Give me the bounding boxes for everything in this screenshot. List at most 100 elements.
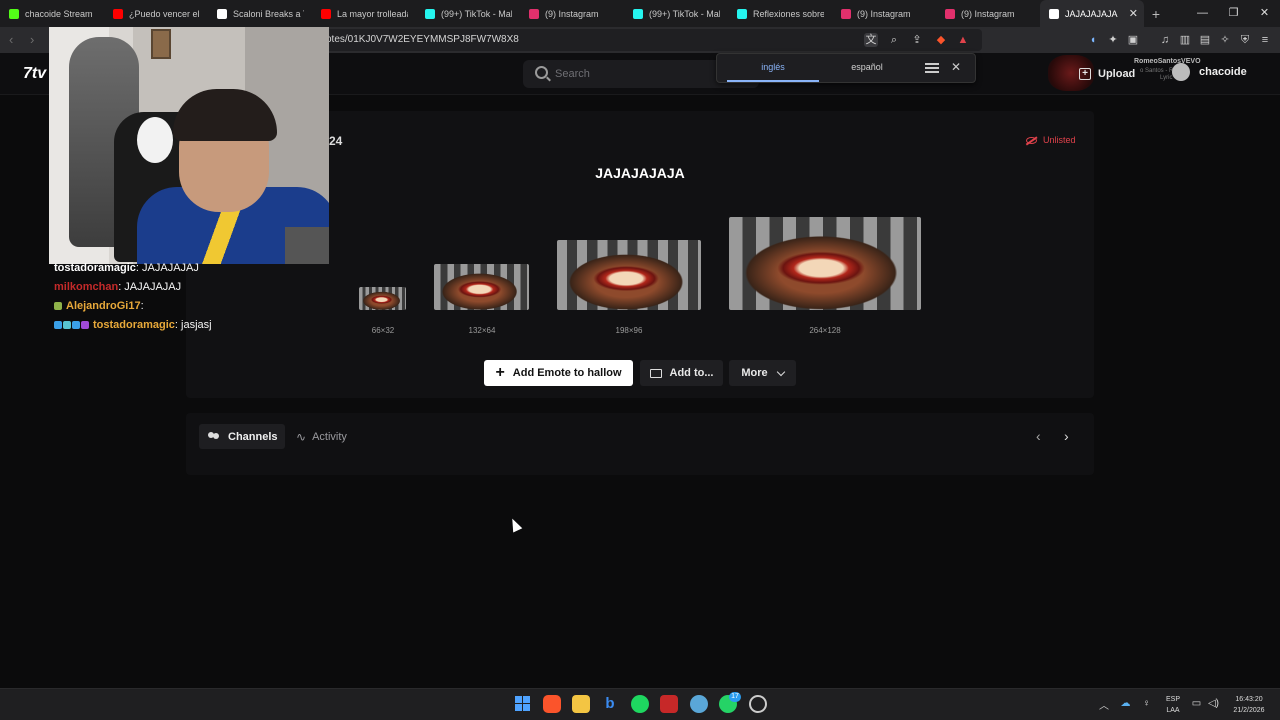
prev-page-button[interactable]: ‹ <box>1036 428 1041 444</box>
system-clock[interactable]: 16:43:20 21/2/2026 <box>1228 694 1270 716</box>
activity-icon: ∿ <box>296 429 307 444</box>
extensions-icon[interactable]: ✦ <box>1106 33 1120 47</box>
translate-target-tab[interactable]: español <box>821 54 913 82</box>
eye-off-icon <box>1026 136 1037 144</box>
brave-shields-icon[interactable]: ◆ <box>934 33 948 47</box>
minimize-button[interactable]: — <box>1187 0 1218 27</box>
browser-tab[interactable]: Scaloni Breaks a Th <box>208 0 312 27</box>
browser-tab[interactable]: (99+) TikTok - Make <box>416 0 520 27</box>
vpn-icon[interactable]: ⛨ <box>1238 33 1252 47</box>
brave-browser-icon[interactable] <box>543 695 561 713</box>
size-label-2x: 132×64 <box>468 326 496 335</box>
sound-icon[interactable]: ◖ <box>1086 33 1100 47</box>
back-button[interactable]: ‹ <box>9 32 13 47</box>
chat-message: milkomchan: JAJAJAJAJ <box>54 277 314 296</box>
media-icon[interactable]: ♫ <box>1158 33 1172 47</box>
plus-icon: + <box>495 364 505 381</box>
translate-close-icon[interactable]: ✕ <box>951 60 961 74</box>
tab-favicon-icon <box>1049 8 1059 19</box>
tab-favicon-icon <box>217 8 227 19</box>
bing-icon[interactable]: b <box>601 695 619 713</box>
browser-tab[interactable]: (9) Instagram <box>936 0 1040 27</box>
emote-preview-3x[interactable] <box>557 240 701 310</box>
chat-username: milkomchan <box>54 280 119 293</box>
folder-icon <box>649 368 662 378</box>
add-emote-label: Add Emote to hallow <box>512 367 622 379</box>
more-label: More <box>741 367 768 379</box>
new-tab-button[interactable]: + <box>1144 6 1168 22</box>
tab-favicon-icon <box>633 8 643 19</box>
next-page-button[interactable]: › <box>1064 428 1069 444</box>
chat-badge-icon <box>54 301 62 310</box>
tab-favicon-icon <box>321 8 331 19</box>
tab-label: Reflexiones sobre la <box>753 8 824 19</box>
chat-message: AlejandroGi17: <box>54 296 314 315</box>
translate-icon[interactable]: 文 <box>864 33 878 47</box>
site-logo[interactable]: 7tv <box>23 65 46 83</box>
user-menu[interactable]: chacoide <box>1172 63 1247 81</box>
browser-menu-icon[interactable]: ≡ <box>1258 33 1272 47</box>
tab-label: (99+) TikTok - Make <box>649 8 720 19</box>
close-window-button[interactable]: ✕ <box>1249 0 1280 27</box>
emote-preview-4x[interactable] <box>729 217 921 310</box>
news-app-icon[interactable] <box>660 695 678 713</box>
tab-channels-label: Channels <box>228 430 278 443</box>
display-icon[interactable]: ▭ <box>1190 697 1203 710</box>
address-bar[interactable]: otes/01KJ0V7W2EYEYMMSPJ8FW7W8X8 <box>310 29 982 51</box>
translate-options-icon[interactable] <box>925 61 939 75</box>
globe-icon[interactable] <box>690 695 708 713</box>
chat-username: AlejandroGi17 <box>66 299 141 312</box>
screenshot-icon[interactable]: ▣ <box>1126 33 1140 47</box>
emote-preview-1x[interactable] <box>359 287 406 310</box>
browser-tab[interactable]: chacoide Stream <box>0 0 104 27</box>
translate-source-tab[interactable]: inglés <box>727 54 819 82</box>
avatar <box>1172 63 1190 81</box>
browser-tab[interactable]: ¿Puedo vencer el m <box>104 0 208 27</box>
browser-tab[interactable]: (99+) TikTok - Make <box>624 0 728 27</box>
emote-preview-2x[interactable] <box>434 264 529 310</box>
plus-icon: + <box>1079 68 1091 80</box>
chat-badge-icon <box>81 320 89 329</box>
chat-text: : JAJAJAJAJ <box>118 280 182 293</box>
webcam-overlay <box>49 27 329 264</box>
maximize-button[interactable]: ❐ <box>1218 0 1249 27</box>
more-button[interactable]: More <box>729 360 796 386</box>
tab-label: (9) Instagram <box>961 8 1015 19</box>
tray-chevron-icon[interactable]: ︿ <box>1099 697 1109 712</box>
spotify-icon[interactable] <box>631 695 649 713</box>
settings-icon[interactable] <box>749 695 767 713</box>
chat-message: tostadoramagic: JAJAJAJAJ <box>54 258 314 277</box>
chat-badge-icon <box>63 320 71 329</box>
browser-tab[interactable]: JAJAJAJAJA ✕ <box>1040 0 1144 27</box>
add-to-button[interactable]: Add to... <box>640 360 723 386</box>
leo-ai-icon[interactable]: ✧ <box>1218 33 1232 47</box>
url-text: otes/01KJ0V7W2EYEYMMSPJ8FW7W8X8 <box>326 34 519 45</box>
browser-tab[interactable]: La mayor trolleada <box>312 0 416 27</box>
windows-start-icon[interactable] <box>514 695 532 713</box>
volume-icon[interactable]: ◁) <box>1207 697 1220 710</box>
brave-rewards-icon[interactable]: ▲ <box>956 33 970 47</box>
tab-activity[interactable]: ∿ Activity <box>296 424 347 449</box>
file-explorer-icon[interactable] <box>572 695 590 713</box>
cloud-icon[interactable]: ☁ <box>1119 697 1132 710</box>
share-icon[interactable]: ⇪ <box>910 33 924 47</box>
tab-close-icon[interactable]: ✕ <box>1129 7 1138 20</box>
input-language[interactable]: ESP LAA <box>1165 694 1181 716</box>
sidebar-icon[interactable]: ▥ <box>1178 33 1192 47</box>
browser-tab[interactable]: Reflexiones sobre la <box>728 0 832 27</box>
tab-channels[interactable]: Channels <box>199 424 285 449</box>
chat-badges <box>54 301 63 310</box>
translate-popup: inglés español ✕ <box>716 53 976 83</box>
wallet-icon[interactable]: ▤ <box>1198 33 1212 47</box>
upload-button[interactable]: + Upload <box>1079 64 1135 84</box>
tab-favicon-icon <box>9 8 19 19</box>
size-label-4x: 264×128 <box>809 326 841 335</box>
tab-favicon-icon <box>841 8 851 19</box>
zoom-icon[interactable]: ⌕ <box>887 33 901 47</box>
add-emote-button[interactable]: + Add Emote to hallow <box>484 360 633 386</box>
forward-button[interactable]: › <box>30 32 34 47</box>
microphone-icon[interactable]: ♀ <box>1140 697 1153 710</box>
browser-tab[interactable]: (9) Instagram <box>520 0 624 27</box>
size-label-3x: 198×96 <box>615 326 643 335</box>
browser-tab[interactable]: (9) Instagram <box>832 0 936 27</box>
